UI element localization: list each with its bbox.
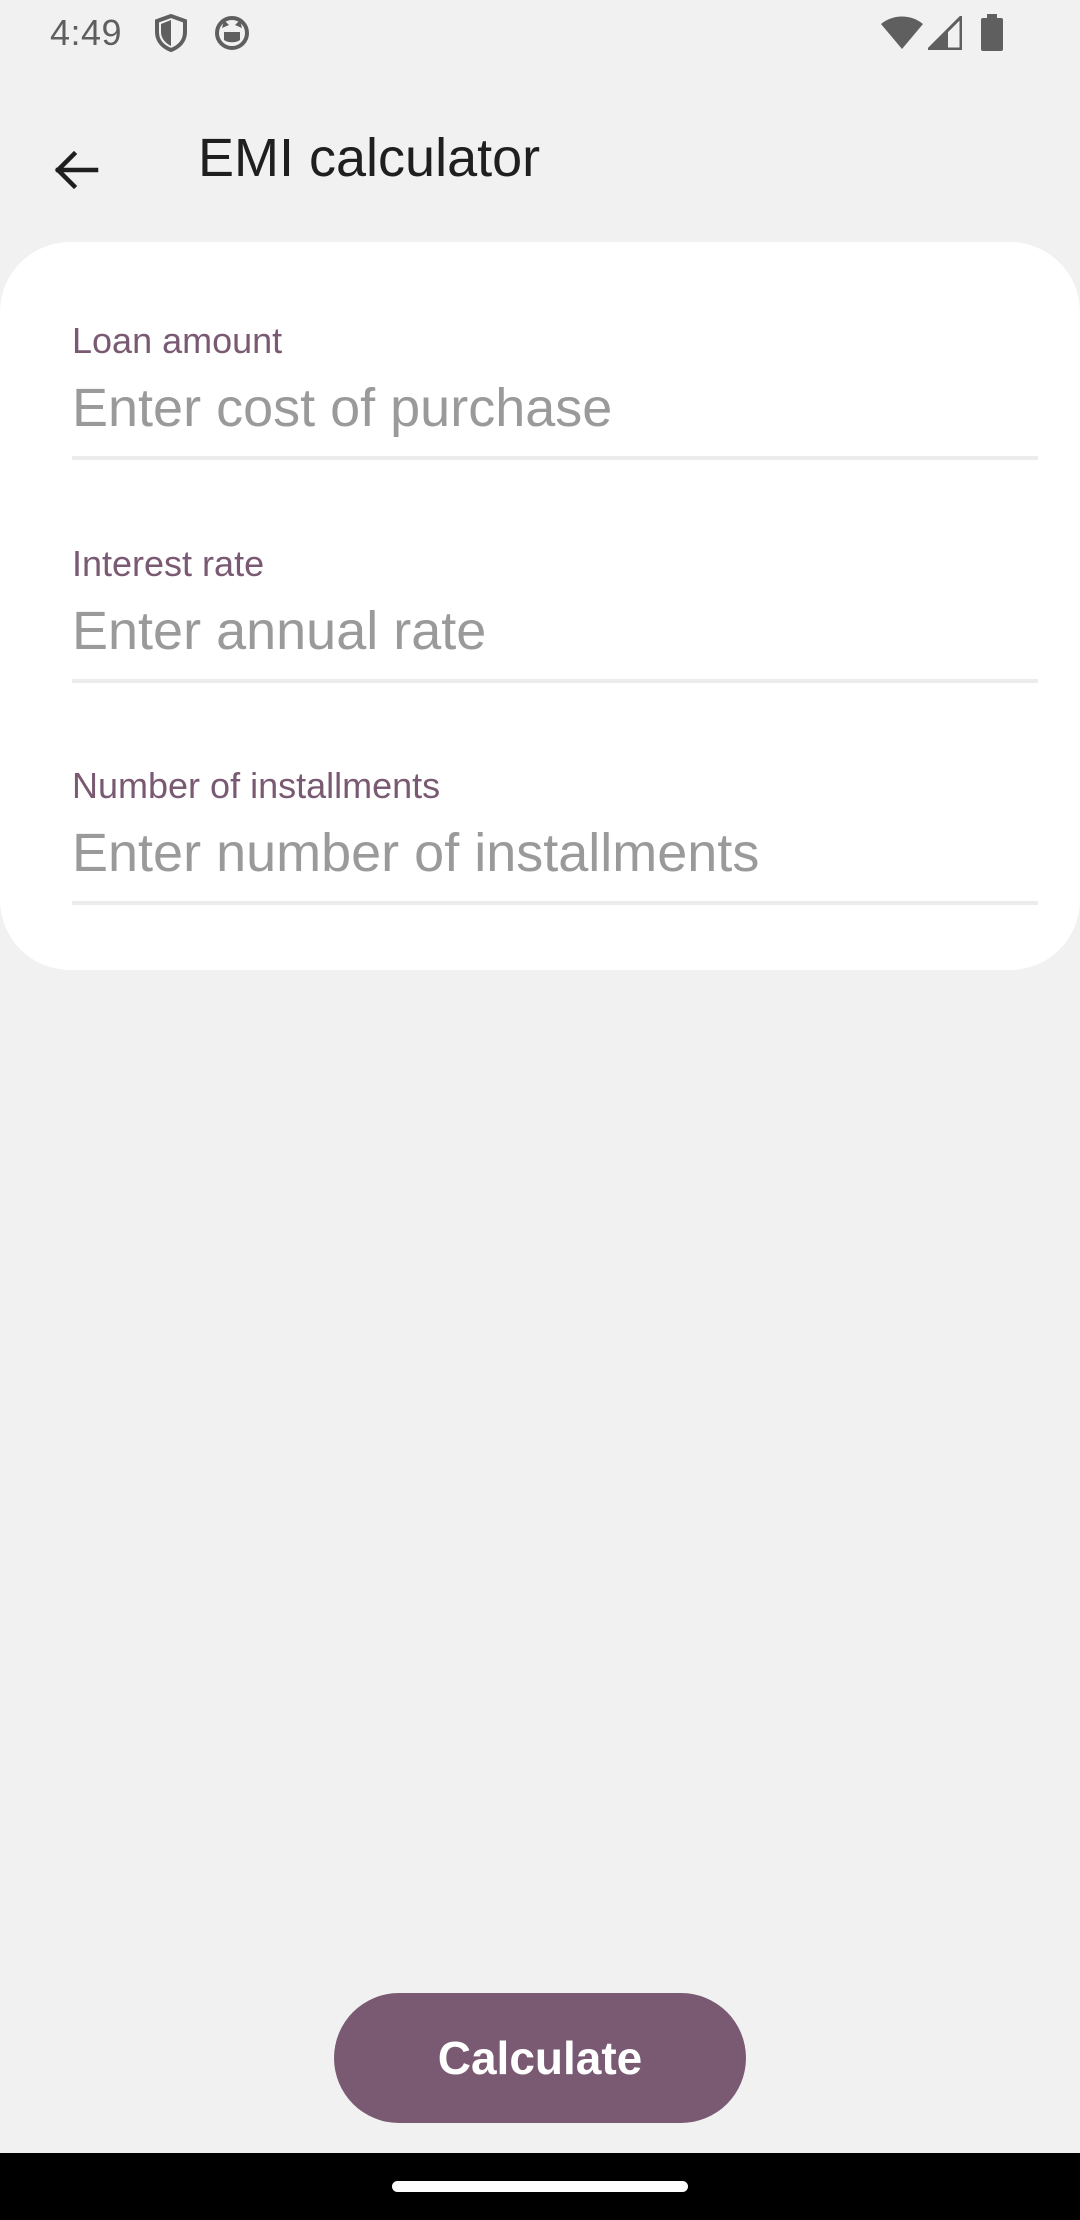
arrow-left-icon — [54, 150, 99, 190]
calculate-button[interactable]: Calculate — [334, 1993, 746, 2123]
cat-face-icon — [215, 16, 249, 50]
interest-rate-underline — [72, 679, 1038, 683]
status-time: 4:49 — [50, 12, 123, 53]
loan-amount-input[interactable] — [72, 370, 1038, 446]
navigation-bar — [0, 2153, 1080, 2220]
page-title: EMI calculator — [198, 128, 541, 188]
interest-rate-label: Interest rate — [72, 543, 265, 584]
installments-input[interactable] — [72, 815, 1038, 891]
loan-amount-label: Loan amount — [72, 320, 283, 361]
back-button[interactable] — [28, 122, 124, 218]
shield-icon — [155, 14, 187, 52]
status-bar: 4:49 — [0, 0, 1080, 66]
loan-amount-underline — [72, 456, 1038, 460]
cell-signal-icon — [928, 16, 962, 50]
interest-rate-input[interactable] — [72, 593, 1038, 669]
app-bar: EMI calculator — [0, 100, 1080, 212]
wifi-icon — [881, 16, 923, 49]
installments-label: Number of installments — [72, 765, 441, 806]
installments-underline — [72, 901, 1038, 905]
form-card: Loan amount Interest rate Number of inst… — [0, 242, 1080, 970]
home-indicator[interactable] — [392, 2181, 688, 2192]
battery-icon — [981, 14, 1003, 51]
